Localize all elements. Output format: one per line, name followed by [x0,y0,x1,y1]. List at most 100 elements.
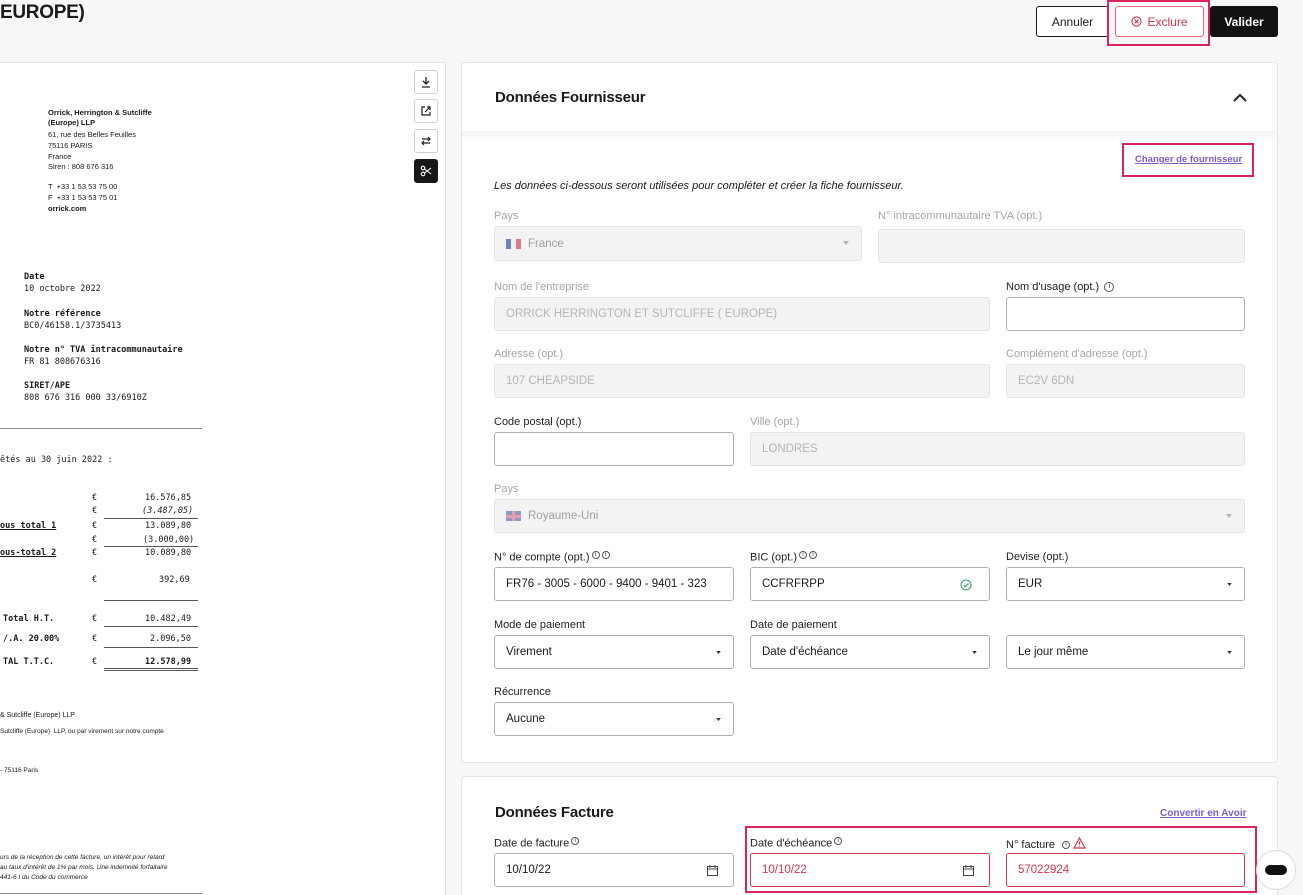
info-icon[interactable]: i [591,551,600,559]
city-label: Ville (opt.) [750,416,800,428]
doc-footer: & Sutcliffe (Europe) LLP [0,712,75,719]
info-icon[interactable]: i [1062,841,1071,850]
chevron-up-icon [1233,93,1247,102]
country-value: France [528,237,564,250]
uk-flag-icon [506,511,521,521]
payment-date-value: Date d'échéance [762,646,848,658]
due-date-input[interactable]: 10/10/22 [750,853,990,887]
france-flag-icon [506,238,521,249]
divider [104,518,198,519]
bic-label-text: BIC (opt.) [750,551,798,564]
account-label-text: N° de compte (opt.) [494,551,590,564]
divider [0,893,202,894]
info-icon[interactable]: i [799,551,808,559]
chevron-down-icon [716,718,721,721]
payment-date-select[interactable]: Date d'échéance [750,635,990,669]
doc-tva-value: FR 81 808676316 [24,357,101,367]
doc-tel: T +33 1 53 53 75 00 [48,182,118,191]
address-input[interactable]: 107 CHEAPSIDE [494,364,990,398]
divider [104,670,198,671]
doc-amount: 16.576,85 [145,493,192,503]
calendar-icon[interactable] [963,865,974,876]
doc-currency: € [92,521,98,531]
download-button[interactable] [414,70,438,94]
invoice-date-value: 10/10/22 [506,864,551,876]
invoice-date-input[interactable]: 10/10/22 [494,853,734,887]
country2-select[interactable]: Royaume-Uni [494,499,1245,533]
account-label: N° de compte (opt.) i i [494,551,610,564]
currency-value: EUR [1018,578,1043,590]
doc-currency: € [92,506,98,516]
check-circle-icon [960,579,972,591]
account-input[interactable]: FR76 - 3005 - 6000 - 9400 - 9401 - 323 [494,567,734,601]
recurrence-label: Récurrence [494,686,551,698]
country2-value: Royaume-Uni [528,510,599,522]
info-icon[interactable]: i [809,551,818,559]
company-input[interactable]: ORRICK HERRINGTON ET SUTCLIFFE ( EUROPE) [494,297,990,331]
doc-row-label: TAL T.T.C. [3,657,55,667]
exclude-label: Exclure [1147,14,1188,29]
doc-ref-value: BC0/46158.1/3735413 [24,321,122,331]
doc-ref-label: Notre référence [24,309,101,319]
swap-button[interactable] [414,129,438,153]
circle-x-icon [1131,16,1143,27]
invoice-number-label: N° facture i [1006,836,1087,851]
info-icon[interactable]: i [1104,282,1115,293]
chat-widget-button[interactable] [1256,850,1296,890]
chevron-down-icon [716,651,721,654]
currency-select[interactable]: EUR [1006,567,1245,601]
info-icon[interactable]: i [834,837,843,845]
recurrence-select[interactable]: Aucune [494,702,734,736]
bic-input[interactable]: CCFRFRPP [750,567,990,601]
doc-currency: € [92,614,98,624]
due-date-label: Date d'échéance i [750,837,843,850]
divider [104,600,198,601]
divider [104,647,198,648]
city-input[interactable]: LONDRES [750,432,1245,466]
collapse-button[interactable] [1233,89,1247,107]
header-shadow [462,131,1277,143]
change-supplier-link[interactable]: Changer de fournisseur [1135,154,1242,165]
postal-input[interactable] [494,432,734,466]
calendar-icon[interactable] [707,865,718,876]
doc-date-value: 10 octobre 2022 [24,284,101,294]
vat-input[interactable] [878,229,1245,263]
cancel-button[interactable]: Annuler [1036,6,1109,37]
invoice-number-input[interactable]: 57022924 [1006,853,1245,887]
info-icon[interactable]: i [571,837,580,845]
doc-amount: 392,69 [159,575,190,585]
invoice-preview[interactable]: Orrick, Herrington & Sutcliffe (Europe) … [0,62,446,895]
country-select[interactable]: France [494,226,862,261]
open-external-button[interactable] [414,99,438,123]
payment-mode-select[interactable]: Virement [494,635,734,669]
doc-currency: € [92,634,98,644]
doc-sender-name: Orrick, Herrington & Sutcliffe [48,108,152,117]
usage-input[interactable] [1006,297,1245,331]
external-link-icon [421,106,431,116]
doc-currency: € [92,493,98,503]
doc-row-label: ous total 1 [0,521,57,531]
invoice-date-label-text: Date de facture [494,837,570,850]
exclude-button[interactable]: Exclure [1115,6,1204,37]
validate-button[interactable]: Valider [1210,6,1278,37]
doc-amount: 2.096,50 [150,634,191,644]
doc-footer: 441-6 I du Code du commerce [0,874,88,881]
doc-amount: (3.000,00) [143,535,195,545]
chevron-down-icon [1226,514,1232,518]
vat-label: N° intracommunautaire TVA (opt.) [878,210,1043,222]
company-label: Nom de l'entreprise [494,281,590,293]
chevron-down-icon [972,651,977,654]
doc-sender-line: Siren : 808 676 316 [48,162,114,171]
split-button[interactable] [414,159,438,183]
divider [104,626,198,627]
doc-currency: € [92,535,98,545]
download-icon [422,77,430,88]
address2-input[interactable]: EC2V 6DN [1006,364,1245,398]
payment-mode-label: Mode de paiement [494,619,586,631]
doc-amount: 10.089,80 [145,548,192,558]
address2-label: Complément d'adresse (opt.) [1006,348,1148,360]
doc-amount: 13.089,80 [145,521,192,531]
payment-delay-select[interactable]: Le jour même [1006,635,1245,669]
convert-credit-link[interactable]: Convertir en Avoir [1160,808,1247,819]
info-icon[interactable]: i [601,551,610,559]
